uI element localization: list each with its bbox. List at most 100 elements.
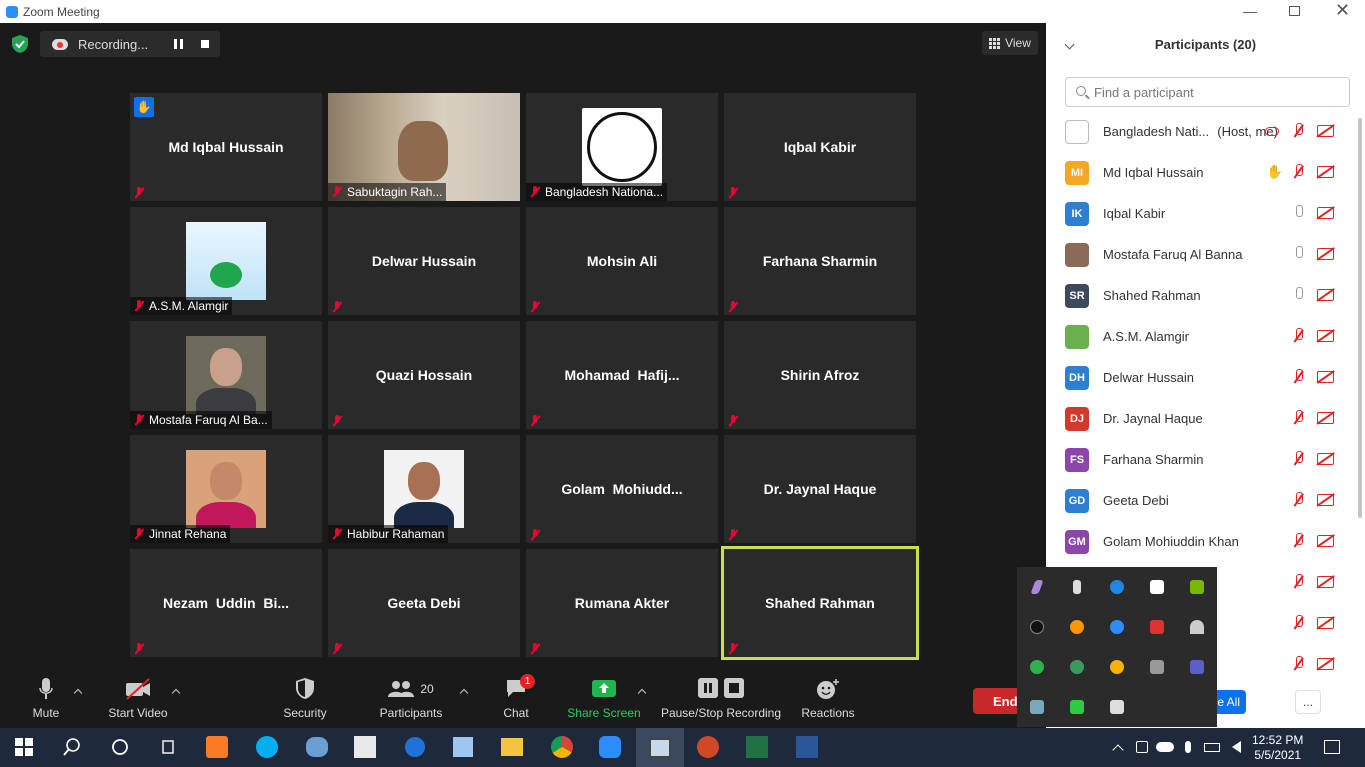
close-window-icon[interactable]: ✕ (1335, 0, 1350, 21)
participant-row[interactable]: Mostafa Faruq Al Banna (1046, 234, 1356, 275)
microphone-in-use-icon[interactable] (1176, 736, 1200, 758)
video-off-icon[interactable] (1317, 412, 1334, 424)
video-off-icon[interactable] (1317, 248, 1334, 260)
muted-microphone-icon[interactable] (1293, 369, 1303, 385)
muted-microphone-icon[interactable] (1293, 451, 1303, 467)
task-view-icon[interactable] (156, 736, 180, 758)
participant-row[interactable]: A.S.M. Alamgir (1046, 316, 1356, 357)
video-tile[interactable]: Shirin Afroz (724, 321, 916, 429)
video-off-icon[interactable] (1317, 494, 1334, 506)
participant-row[interactable]: SR Shahed Rahman (1046, 275, 1356, 316)
security-shield-icon[interactable] (12, 35, 28, 53)
audio-options-chevron-icon[interactable] (73, 688, 83, 698)
video-off-icon[interactable] (1317, 330, 1334, 342)
share-screen-button[interactable]: Share Screen (566, 678, 642, 720)
video-tile[interactable]: Delwar Hussain (328, 207, 520, 315)
video-off-icon[interactable] (1317, 453, 1334, 465)
stop-recording-icon[interactable] (201, 40, 209, 48)
video-tile[interactable]: A.S.M. Alamgir (130, 207, 322, 315)
usb-drive-icon[interactable] (1057, 567, 1097, 607)
notifications-icon[interactable] (1320, 736, 1344, 758)
participant-row[interactable]: FS Farhana Sharmin (1046, 439, 1356, 480)
restore-window-icon[interactable] (1289, 6, 1300, 16)
cortana-icon[interactable] (108, 736, 132, 758)
video-tile[interactable]: Mostafa Faruq Al Ba... (130, 321, 322, 429)
microphone-icon[interactable] (1293, 287, 1303, 303)
maps-icon[interactable] (403, 736, 427, 758)
muted-microphone-icon[interactable] (1293, 656, 1303, 672)
video-off-icon[interactable] (1317, 371, 1334, 383)
video-tile[interactable]: Iqbal Kabir (724, 93, 916, 201)
excel-icon[interactable] (745, 736, 769, 758)
more-options-button[interactable]: ... (1295, 690, 1321, 714)
chat-button[interactable]: 1 Chat (496, 674, 536, 720)
participant-row[interactable]: DH Delwar Hussain (1046, 357, 1356, 398)
battery-icon[interactable] (1200, 736, 1224, 758)
security-button[interactable]: Security (280, 678, 330, 720)
video-off-icon[interactable] (1317, 125, 1334, 137)
zoom-icon[interactable] (598, 736, 622, 758)
video-tile[interactable]: Habibur Rahaman (328, 435, 520, 543)
wifi-icon[interactable] (1177, 607, 1217, 647)
firefox-icon[interactable] (1057, 607, 1097, 647)
taskbar-clock[interactable]: 12:52 PM 5/5/2021 (1252, 733, 1303, 763)
video-off-icon[interactable] (1317, 658, 1334, 670)
video-off-icon[interactable] (1317, 535, 1334, 547)
muted-microphone-icon[interactable] (1293, 410, 1303, 426)
green-check-icon[interactable] (1017, 647, 1057, 687)
participant-list-scrollbar[interactable] (1358, 118, 1362, 518)
drive-icon[interactable] (1097, 687, 1137, 727)
video-tile[interactable]: Dr. Jaynal Haque (724, 435, 916, 543)
volume-icon[interactable] (1224, 736, 1248, 758)
video-tile[interactable]: Golam Mohiudd... (526, 435, 718, 543)
participant-row[interactable]: GM Golam Mohiuddin Khan (1046, 521, 1356, 562)
video-off-icon[interactable] (1317, 576, 1334, 588)
video-tile[interactable]: Geeta Debi (328, 549, 520, 657)
red-app-icon[interactable] (1137, 607, 1177, 647)
participant-row[interactable]: GD Geeta Debi (1046, 480, 1356, 521)
video-tile[interactable]: Rumana Akter (526, 549, 718, 657)
video-off-icon[interactable] (1317, 166, 1334, 178)
video-tile[interactable]: Nezam Uddin Bi... (130, 549, 322, 657)
feather-icon[interactable] (1017, 567, 1057, 607)
powerpoint-icon[interactable] (696, 736, 720, 758)
film-app-icon[interactable] (636, 728, 684, 767)
3d-box-icon[interactable] (451, 736, 475, 758)
muted-microphone-icon[interactable] (1293, 533, 1303, 549)
display-app-icon[interactable] (1017, 687, 1057, 727)
globe-app-icon[interactable] (1057, 647, 1097, 687)
windows-start-icon[interactable] (12, 736, 36, 758)
muted-microphone-icon[interactable] (1293, 615, 1303, 631)
muted-microphone-icon[interactable] (1293, 492, 1303, 508)
participants-button[interactable]: 20 Participants (378, 678, 444, 720)
chrome-tray-icon[interactable] (1097, 647, 1137, 687)
video-tile[interactable]: Shahed Rahman (721, 546, 919, 660)
mute-button[interactable]: Mute (26, 678, 66, 720)
nvidia-icon[interactable] (1177, 567, 1217, 607)
chrome-icon[interactable] (550, 736, 574, 758)
video-tile[interactable]: Sabuktagin Rah... (328, 93, 520, 201)
pause-recording-icon[interactable] (174, 39, 183, 49)
video-tile[interactable]: Jinnat Rehana (130, 435, 322, 543)
video-tile[interactable]: Farhana Sharmin (724, 207, 916, 315)
video-tile[interactable]: Bangladesh Nationa... (526, 93, 718, 201)
start-video-button[interactable]: Start Video (103, 678, 173, 720)
skype-icon[interactable] (255, 736, 279, 758)
participant-row[interactable]: Bangladesh Nati... (Host, me) (1046, 111, 1356, 152)
paint-app-icon[interactable] (353, 736, 377, 758)
show-hidden-icons-chevron-icon[interactable] (1106, 736, 1130, 758)
word-icon[interactable] (795, 736, 819, 758)
muted-microphone-icon[interactable] (1293, 328, 1303, 344)
participant-search-input[interactable]: Find a participant (1065, 77, 1350, 107)
xampp-icon[interactable] (205, 736, 229, 758)
pause-stop-recording-button[interactable]: Pause/Stop Recording (660, 678, 782, 720)
video-off-icon[interactable] (1317, 207, 1334, 219)
video-tile[interactable]: Mohsin Ali (526, 207, 718, 315)
video-tile[interactable]: Mohamad Hafij... (526, 321, 718, 429)
reactions-button[interactable]: Reactions (800, 678, 856, 720)
search-icon[interactable] (60, 736, 84, 758)
teams-icon[interactable] (1177, 647, 1217, 687)
video-tile[interactable]: Quazi Hossain (328, 321, 520, 429)
onedrive-icon[interactable] (1153, 736, 1177, 758)
b-app-icon[interactable] (1017, 607, 1057, 647)
